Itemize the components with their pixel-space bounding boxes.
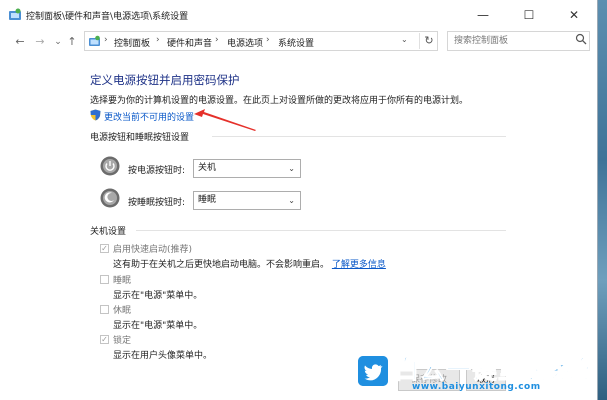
lock-checkbox[interactable]: ✓ [100, 335, 109, 344]
desktop-background [597, 0, 607, 400]
change-unavailable-settings-link[interactable]: 更改当前不可用的设置 [104, 110, 194, 123]
sleep-checkbox[interactable] [100, 275, 109, 284]
breadcrumb-separator: › [156, 35, 160, 45]
main-content: 定义电源按钮并启用密码保护 选择要为你的计算机设置的电源设置。在此页上对设置所做… [0, 54, 597, 400]
watermark-text: 白云一键重装系统 [393, 355, 598, 385]
refresh-icon[interactable]: ↻ [419, 33, 438, 49]
page-description: 选择要为你的计算机设置的电源设置。在此页上对设置所做的更改将应用于你所有的电源计… [90, 96, 469, 106]
control-panel-window: 控制面板\硬件和声音\电源选项\系统设置 — ☐ ✕ ← → ⌄ ↑ › 控制面… [0, 0, 598, 400]
lock-description: 显示在用户头像菜单中。 [113, 351, 213, 361]
page-title: 定义电源按钮并启用密码保护 [90, 73, 240, 87]
hibernate-description: 显示在"电源"菜单中。 [113, 321, 203, 331]
power-button-icon [100, 156, 120, 176]
address-bar[interactable]: › 控制面板 › 硬件和声音 › 电源选项 › 系统设置 ⌄ ↻ [84, 31, 438, 51]
power-button-label: 按电源按钮时: [128, 166, 186, 176]
breadcrumb-control-panel[interactable]: 控制面板 [114, 36, 150, 49]
red-arrow-annotation [194, 109, 256, 131]
sleep-description: 显示在"电源"菜单中。 [113, 291, 203, 301]
window-title: 控制面板\硬件和声音\电源选项\系统设置 [26, 12, 189, 22]
search-input[interactable] [447, 31, 590, 51]
control-panel-icon [9, 8, 21, 20]
sleep-label: 睡眠 [113, 276, 132, 286]
sleep-button-select[interactable]: 睡眠 ⌄ [193, 191, 301, 210]
chevron-down-icon: ⌄ [288, 164, 295, 173]
breadcrumb-separator: › [266, 35, 270, 45]
close-button[interactable]: ✕ [551, 0, 597, 30]
breadcrumb-separator: › [215, 35, 219, 45]
control-panel-icon [89, 35, 100, 46]
lock-label: 锁定 [113, 336, 132, 346]
breadcrumb-separator: › [104, 35, 108, 45]
watermark-url: www.baiyunxitong.com [412, 382, 541, 392]
breadcrumb-hardware-sound[interactable]: 硬件和声音 [167, 36, 212, 49]
shutdown-section-title: 关机设置 [90, 227, 127, 237]
address-dropdown-icon[interactable]: ⌄ [401, 35, 408, 44]
uac-shield-icon [90, 109, 101, 121]
sleep-button-value: 睡眠 [198, 195, 217, 205]
hibernate-label: 休眠 [113, 306, 132, 316]
power-button-value: 关机 [198, 163, 217, 173]
up-arrow-icon[interactable]: ↑ [64, 34, 80, 50]
navigation-bar: ← → ⌄ ↑ › 控制面板 › 硬件和声音 › 电源选项 › 系统设置 ⌄ ↻ [0, 30, 597, 54]
learn-more-link[interactable]: 了解更多信息 [332, 260, 386, 270]
sleep-button-icon [100, 188, 120, 208]
power-button-select[interactable]: 关机 ⌄ [193, 159, 301, 178]
sleep-button-label: 按睡眠按钮时: [128, 198, 186, 208]
section-divider [212, 136, 506, 137]
title-bar: 控制面板\硬件和声音\电源选项\系统设置 — ☐ ✕ [0, 0, 597, 30]
fast-startup-description: 这有助于在关机之后更快地启动电脑。不会影响重启。 了解更多信息 [113, 260, 386, 270]
forward-arrow-icon[interactable]: → [32, 34, 48, 50]
twitter-bird-logo-icon [358, 356, 388, 386]
maximize-button[interactable]: ☐ [506, 0, 552, 30]
minimize-button[interactable]: — [460, 0, 506, 30]
search-icon[interactable] [575, 33, 587, 45]
section-divider [136, 230, 506, 231]
back-arrow-icon[interactable]: ← [12, 34, 28, 50]
breadcrumb-system-settings[interactable]: 系统设置 [278, 36, 314, 49]
chevron-down-icon: ⌄ [288, 196, 295, 205]
hibernate-checkbox[interactable] [100, 305, 109, 314]
breadcrumb-power-options[interactable]: 电源选项 [227, 36, 263, 49]
fast-startup-checkbox[interactable]: ✓ [100, 244, 109, 253]
fast-startup-label: 启用快速启动(推荐) [113, 245, 193, 255]
power-section-title: 电源按钮和睡眠按钮设置 [90, 133, 190, 143]
